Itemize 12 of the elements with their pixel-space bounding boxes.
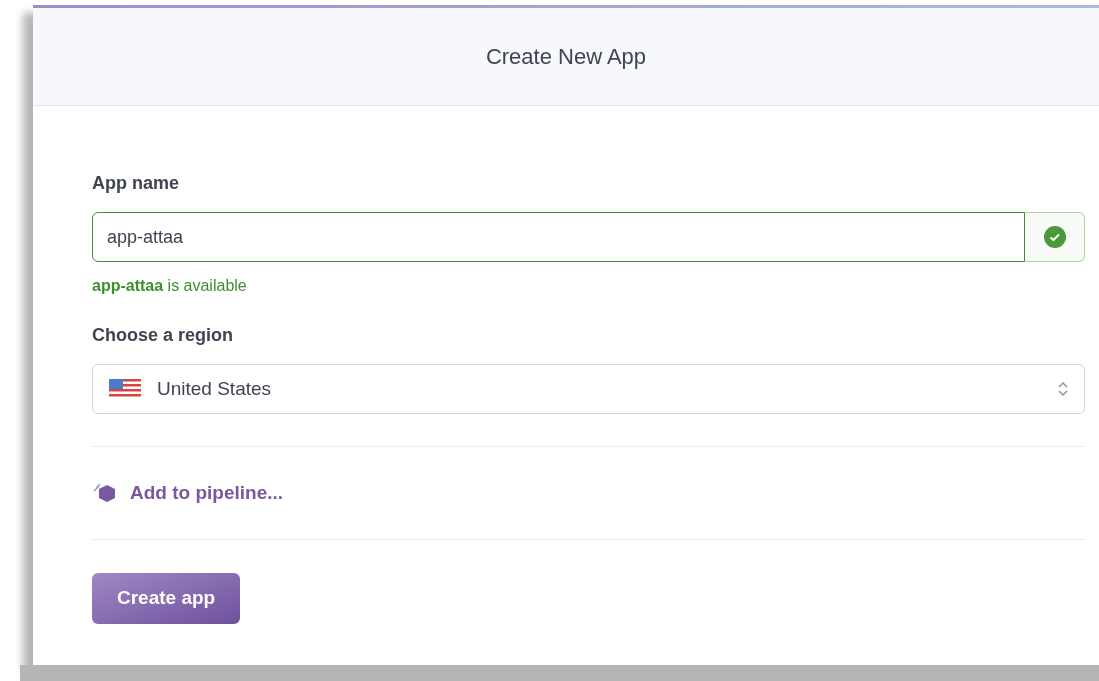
add-to-pipeline-link[interactable]: Add to pipeline... xyxy=(92,478,284,508)
field-label: App name xyxy=(92,174,180,192)
hexagon-stack-icon xyxy=(92,482,118,504)
create-app-button[interactable]: Create app xyxy=(92,573,241,624)
dialog-title: Create New App xyxy=(485,43,647,71)
region-select[interactable]: United States xyxy=(92,364,1085,414)
flag-icon xyxy=(109,379,141,399)
select-value: United States xyxy=(157,376,273,401)
chevron-updown-icon xyxy=(1058,381,1068,397)
app-name-field[interactable]: app-attaa xyxy=(92,212,1025,262)
field-label: Choose a region xyxy=(92,326,235,344)
availability-message: app-attaa is available xyxy=(92,278,248,294)
